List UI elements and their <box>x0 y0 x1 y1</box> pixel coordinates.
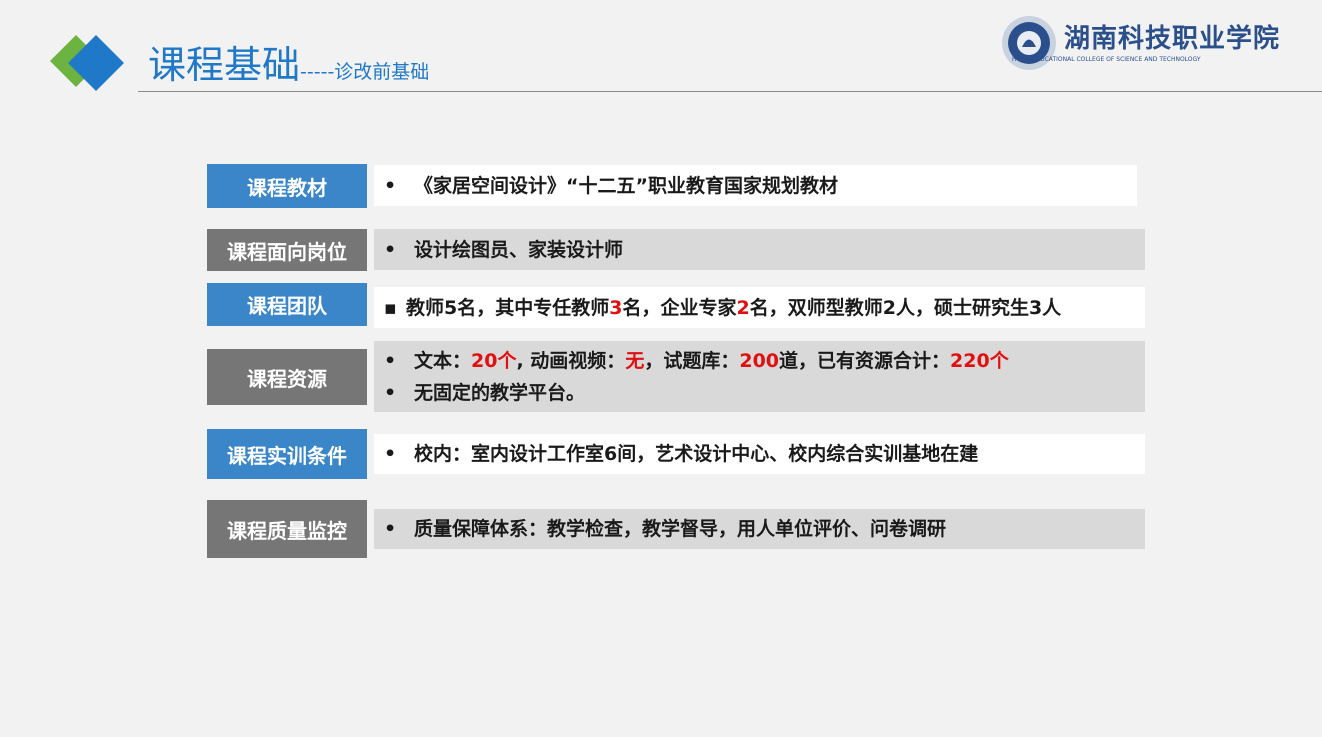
highlight-number: 3 <box>609 296 623 319</box>
row-line: • 文本：20个, 动画视频：无，试题库：200道，已有资源合计：220个 <box>384 345 1145 377</box>
highlight-number: 2 <box>736 296 750 319</box>
row-text: 校内：室内设计工作室6间，艺术设计中心、校内综合实训基地在建 <box>414 443 979 465</box>
row-text: 设计绘图员、家装设计师 <box>414 238 624 261</box>
label-target-positions: 课程面向岗位 <box>207 229 367 271</box>
school-emblem-icon <box>1002 16 1056 70</box>
row-text: 文本： <box>414 349 472 372</box>
highlight-number: 20个 <box>471 349 517 372</box>
bullet-icon: • <box>384 174 397 197</box>
row-line: ▪ 教师5名，其中专任教师3名，企业专家2名，双师型教师2人，硕士研究生3人 <box>384 292 1145 324</box>
label-quality-monitoring: 课程质量监控 <box>207 500 367 558</box>
page-title: 课程基础-----诊改前基础 <box>148 40 429 97</box>
bullet-icon: ▪ <box>384 296 397 319</box>
row-text: ，试题库： <box>644 349 740 372</box>
row-text: 质量保障体系：教学检查，教学督导，用人单位评价、问卷调研 <box>414 518 947 540</box>
row-course-team: ▪ 教师5名，其中专任教师3名，企业专家2名，双师型教师2人，硕士研究生3人 <box>374 287 1145 328</box>
school-name-cn: 湖南科技职业学院 <box>1064 24 1281 54</box>
row-course-resources: • 文本：20个, 动画视频：无，试题库：200道，已有资源合计：220个 • 无固… <box>374 341 1145 412</box>
label-training-conditions: 课程实训条件 <box>207 429 367 479</box>
row-line: • 无固定的教学平台。 <box>384 377 1145 409</box>
school-name-en: HUNAN VOCATIONAL COLLEGE OF SCIENCE AND … <box>1012 56 1201 63</box>
school-logo: 湖南科技职业学院 HUNAN VOCATIONAL COLLEGE OF SCI… <box>1000 14 1300 72</box>
row-text: 道，已有资源合计： <box>779 349 951 372</box>
row-text: 名，企业专家 <box>622 296 737 319</box>
diamond-logo-icon <box>50 35 124 91</box>
row-training-conditions: • 校内：室内设计工作室6间，艺术设计中心、校内综合实训基地在建 <box>374 434 1145 474</box>
row-text: 《家居空间设计》“十二五”职业教育国家规划教材 <box>414 174 838 197</box>
page-subtitle: -----诊改前基础 <box>300 61 430 83</box>
page-title-text: 课程基础 <box>148 43 301 87</box>
row-text: 教师5名，其中专任教师 <box>406 296 610 319</box>
row-line: • 设计绘图员、家装设计师 <box>384 234 1145 266</box>
bullet-icon: • <box>384 443 397 465</box>
row-line: • 质量保障体系：教学检查，教学督导，用人单位评价、问卷调研 <box>384 513 1145 545</box>
header-divider <box>138 91 1322 92</box>
highlight-number: 220个 <box>950 349 1009 372</box>
label-course-textbook: 课程教材 <box>207 164 367 208</box>
row-text: , 动画视频： <box>516 349 626 372</box>
row-course-textbook: • 《家居空间设计》“十二五”职业教育国家规划教材 <box>374 165 1137 206</box>
highlight-number: 200 <box>739 349 780 372</box>
highlight-number: 无 <box>625 349 645 372</box>
bullet-icon: • <box>384 518 397 540</box>
row-quality-monitoring: • 质量保障体系：教学检查，教学督导，用人单位评价、问卷调研 <box>374 509 1145 549</box>
bullet-icon: • <box>384 381 397 404</box>
row-text: 无固定的教学平台。 <box>414 381 586 404</box>
label-course-resources: 课程资源 <box>207 349 367 405</box>
bullet-icon: • <box>384 349 397 372</box>
row-text: 名，双师型教师2人，硕士研究生3人 <box>749 296 1062 319</box>
row-line: • 校内：室内设计工作室6间，艺术设计中心、校内综合实训基地在建 <box>384 438 1145 470</box>
bullet-icon: • <box>384 238 397 261</box>
row-line: • 《家居空间设计》“十二五”职业教育国家规划教材 <box>384 170 1137 202</box>
label-course-team: 课程团队 <box>207 283 367 326</box>
row-target-positions: • 设计绘图员、家装设计师 <box>374 229 1145 270</box>
